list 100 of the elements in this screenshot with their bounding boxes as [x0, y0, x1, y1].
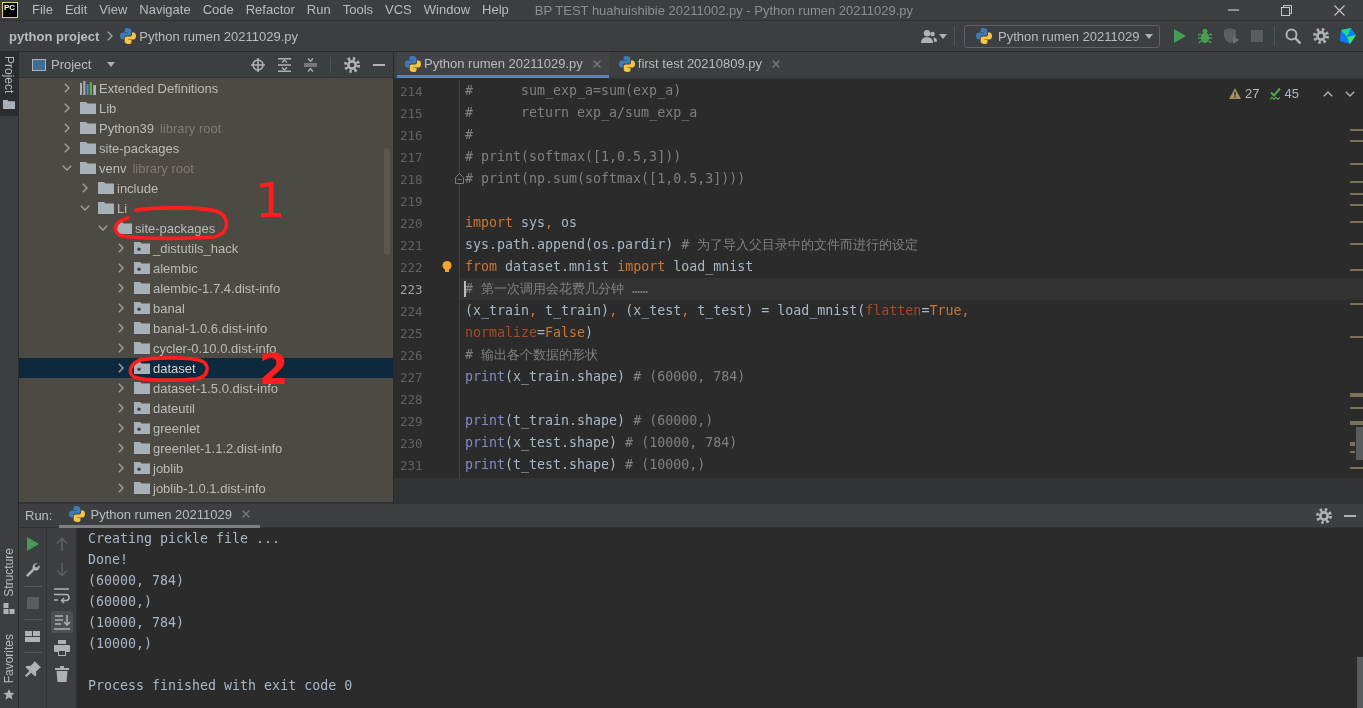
chevron-right-icon[interactable] — [118, 383, 124, 393]
tree-item[interactable]: banal — [116, 298, 185, 318]
tree-item[interactable]: joblib-1.0.1.dist-info — [116, 478, 266, 498]
crosshair-icon[interactable] — [251, 57, 265, 72]
lightbulb-icon[interactable] — [442, 261, 452, 272]
chevron-right-icon[interactable] — [64, 143, 70, 153]
editor-tab[interactable]: Python rumen 20211029.py — [397, 52, 609, 78]
pin-icon[interactable] — [24, 661, 41, 677]
tree-item[interactable]: _distutils_hack — [116, 238, 239, 258]
code-line: import sys, os — [465, 215, 578, 230]
code-line: # sum_exp_a=sum(exp_a) — [465, 83, 682, 98]
tool-window-tab[interactable]: Project — [0, 52, 18, 117]
people-icon[interactable] — [921, 29, 937, 43]
menu-item[interactable]: Tools — [336, 1, 380, 19]
line-number: 222 — [399, 259, 423, 275]
restore-icon[interactable] — [1281, 4, 1292, 16]
warning-icon[interactable] — [1229, 88, 1242, 99]
view-selector[interactable]: Project — [32, 57, 116, 72]
tree-item[interactable]: greenlet — [116, 418, 200, 438]
collapse-all-icon[interactable] — [304, 57, 317, 72]
menu-item[interactable]: VCS — [379, 1, 418, 19]
tool-window-tab[interactable]: Structure — [0, 543, 18, 620]
tree-item[interactable]: Li — [80, 198, 128, 218]
chevron-right-icon[interactable] — [118, 323, 124, 333]
tree-item[interactable]: dateutil — [116, 398, 195, 418]
tree-item[interactable]: alembic-1.7.4.dist-info — [116, 278, 281, 298]
caret-icon — [107, 62, 116, 67]
editor-tab[interactable]: first test 20210809.py — [610, 52, 789, 78]
bug-icon[interactable] — [1198, 28, 1212, 44]
chevron-right-icon[interactable] — [118, 283, 124, 293]
tree-item[interactable]: site-packages — [98, 218, 216, 238]
weak-warning-count[interactable]: 45 — [1284, 86, 1299, 101]
tree-item[interactable]: site-packages — [62, 138, 180, 158]
chevron-down-icon[interactable] — [62, 165, 72, 171]
chevron-down-icon[interactable] — [98, 225, 108, 231]
chevron-right-icon[interactable] — [118, 303, 124, 313]
expand-all-icon[interactable] — [278, 57, 291, 72]
chevron-right-icon[interactable] — [118, 363, 124, 373]
tree-item[interactable]: Extended Definitions — [62, 78, 219, 98]
fold-marker-icon[interactable] — [455, 173, 464, 184]
chevron-right-icon[interactable] — [118, 463, 124, 473]
tree-item[interactable]: Lib — [62, 98, 117, 118]
layout-icon[interactable] — [25, 630, 40, 642]
breadcrumb-file[interactable]: Python rumen 20211029.py — [139, 28, 299, 44]
shield-play-icon[interactable] — [1224, 28, 1239, 44]
menu-item[interactable]: Navigate — [133, 1, 197, 19]
chevron-up-icon[interactable] — [1323, 90, 1333, 97]
scrollbar-thumb[interactable] — [1356, 427, 1363, 460]
warning-count[interactable]: 27 — [1245, 86, 1260, 101]
menu-item[interactable]: Window — [417, 1, 477, 19]
printer-icon[interactable] — [53, 640, 70, 656]
soft-wrap-icon[interactable] — [53, 588, 70, 604]
console-line: (10000,) — [88, 635, 153, 653]
check-icon[interactable] — [1269, 87, 1281, 100]
chevron-right-icon[interactable] — [118, 263, 124, 273]
scroll-to-end-icon[interactable] — [50, 611, 73, 633]
close-icon[interactable] — [241, 510, 250, 518]
scrollbar-thumb[interactable] — [1357, 657, 1363, 708]
tree-item[interactable]: dataset — [116, 358, 196, 378]
chevron-right-icon[interactable] — [118, 343, 124, 353]
chevron-right-icon[interactable] — [64, 83, 70, 93]
chevron-right-icon[interactable] — [118, 243, 124, 253]
chevron-right-icon[interactable] — [118, 483, 124, 493]
chevron-right-icon[interactable] — [118, 443, 124, 453]
minus-icon[interactable] — [1344, 514, 1356, 517]
menu-item[interactable]: View — [93, 1, 134, 19]
app-logo-icon[interactable] — [1340, 28, 1356, 44]
close-icon[interactable] — [1334, 4, 1345, 16]
tool-window-tab[interactable]: Favorites — [0, 629, 18, 706]
settings-icon[interactable] — [344, 56, 360, 73]
run-config-dropdown[interactable]: Python rumen 20211029 — [964, 24, 1160, 48]
play-icon[interactable] — [1174, 29, 1186, 43]
tree-item[interactable]: banal-1.0.6.dist-info — [116, 318, 268, 338]
settings-icon[interactable] — [1316, 507, 1332, 524]
chevron-right-icon[interactable] — [64, 103, 70, 113]
tree-item[interactable]: greenlet-1.1.2.dist-info — [116, 438, 283, 458]
chevron-right-icon[interactable] — [118, 403, 124, 413]
close-icon[interactable] — [772, 59, 781, 68]
chevron-right-icon[interactable] — [118, 423, 124, 433]
menu-item[interactable]: Edit — [58, 1, 94, 19]
menu-item[interactable]: Run — [300, 1, 337, 19]
tree-item[interactable]: include — [80, 178, 159, 198]
chevron-down-icon[interactable] — [80, 205, 90, 211]
menu-item[interactable]: Help — [476, 1, 515, 19]
tree-item[interactable]: alembic — [116, 258, 198, 278]
menu-item[interactable]: Refactor — [239, 1, 301, 19]
caret-icon[interactable] — [939, 33, 947, 39]
minus-icon[interactable] — [373, 63, 385, 66]
trash-icon[interactable] — [54, 666, 69, 682]
chevron-right-icon[interactable] — [64, 123, 70, 133]
menu-item[interactable]: Code — [196, 1, 240, 19]
breadcrumb-project[interactable]: python project — [9, 28, 100, 44]
tree-item[interactable]: joblib — [116, 458, 184, 478]
wrench-icon[interactable] — [24, 562, 41, 578]
chevron-down-icon[interactable] — [1345, 90, 1355, 97]
settings-icon[interactable] — [1313, 28, 1329, 44]
menu-item[interactable]: File — [26, 1, 59, 19]
chevron-right-icon[interactable] — [82, 183, 88, 193]
play-icon[interactable] — [26, 537, 39, 551]
search-icon[interactable] — [1285, 28, 1301, 44]
